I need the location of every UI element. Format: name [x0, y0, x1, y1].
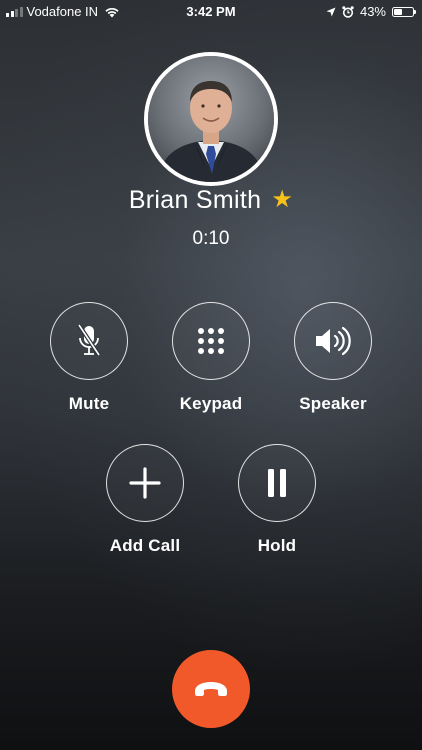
hang-up-icon [195, 682, 227, 696]
plus-icon [129, 467, 161, 499]
mute-button[interactable] [50, 302, 128, 380]
keypad-label: Keypad [179, 394, 243, 413]
contact-name: Brian Smith [128, 186, 262, 214]
alarm-icon [342, 5, 354, 18]
battery-icon [392, 6, 416, 17]
hold-control[interactable]: Hold [217, 444, 337, 556]
add-call-button[interactable] [106, 444, 184, 522]
keypad-control[interactable]: Keypad [151, 302, 271, 414]
mute-label: Mute [68, 394, 110, 413]
location-arrow-icon [326, 7, 336, 16]
add-call-control[interactable]: Add Call [85, 444, 205, 556]
speaker-label: Speaker [299, 394, 367, 413]
favorite-star-icon[interactable]: ★ [271, 187, 293, 212]
contact-avatar [144, 52, 278, 186]
call-duration: 0:10 [192, 228, 230, 249]
contact-name-row: Brian Smith ★ [0, 186, 422, 215]
speaker-control[interactable]: Speaker [273, 302, 393, 414]
contact-photo [148, 56, 274, 182]
pause-icon [268, 469, 286, 497]
battery-percent: 43% [359, 4, 386, 19]
hold-button[interactable] [238, 444, 316, 522]
add-call-label: Add Call [109, 536, 181, 555]
microphone-muted-icon [77, 323, 101, 357]
speaker-button[interactable] [294, 302, 372, 380]
mute-control[interactable]: Mute [29, 302, 149, 414]
keypad-button[interactable] [172, 302, 250, 380]
speaker-icon [316, 326, 351, 356]
status-right: 43% [326, 4, 416, 19]
hold-label: Hold [257, 536, 297, 555]
keypad-icon [198, 328, 224, 354]
end-call-button[interactable] [172, 650, 250, 728]
status-bar: Vodafone IN 3:42 PM 43% [0, 0, 422, 24]
